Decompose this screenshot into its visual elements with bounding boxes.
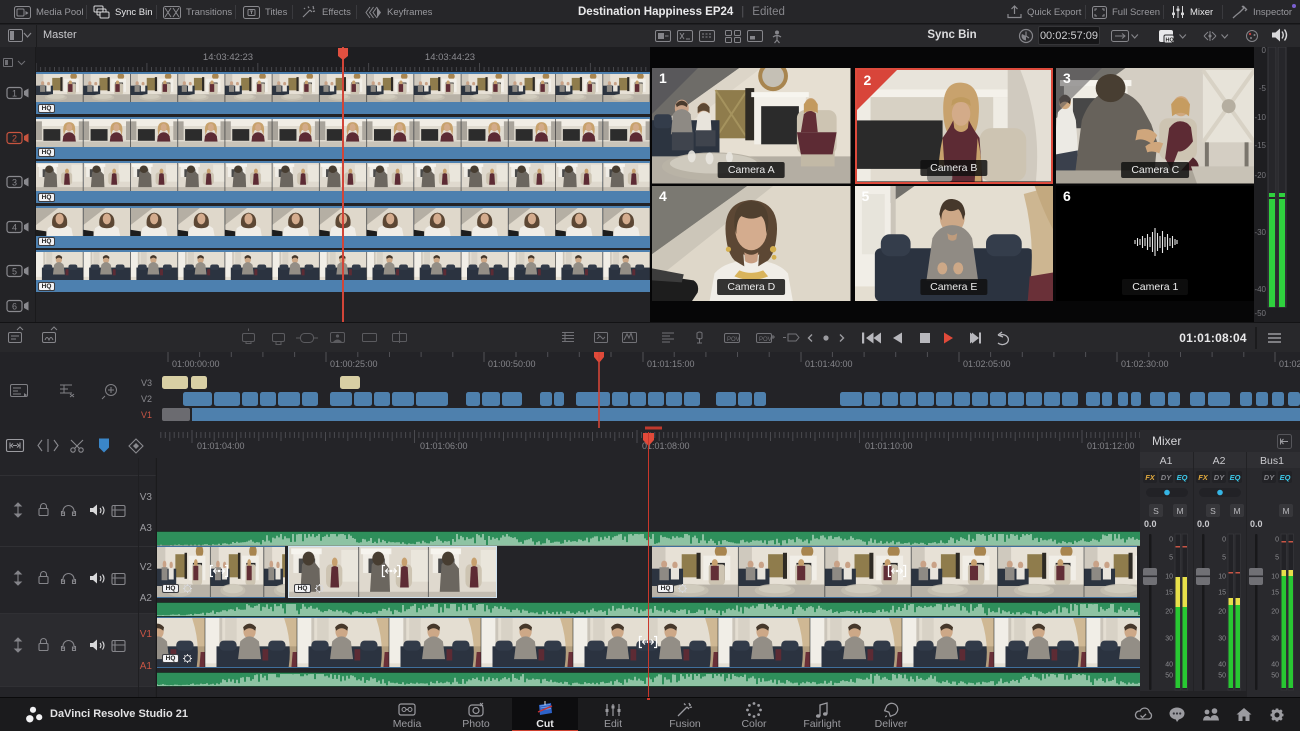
svg-text:A2: A2 xyxy=(1213,455,1226,467)
svg-text:1: 1 xyxy=(12,89,17,99)
svg-text:30: 30 xyxy=(1218,636,1226,643)
svg-text:01:00:00:00: 01:00:00:00 xyxy=(172,359,220,369)
svg-text:0.0: 0.0 xyxy=(1144,519,1157,529)
svg-text:-20: -20 xyxy=(1254,171,1266,180)
svg-text:50: 50 xyxy=(1165,673,1173,680)
svg-text:4: 4 xyxy=(12,222,17,232)
svg-text:20: 20 xyxy=(1218,609,1226,616)
svg-text:10: 10 xyxy=(1271,574,1279,581)
svg-text:50: 50 xyxy=(1271,673,1279,680)
svg-text:Bus1: Bus1 xyxy=(1260,455,1284,467)
svg-text:0.0: 0.0 xyxy=(1250,519,1263,529)
svg-text:01:02:05:00: 01:02:05:00 xyxy=(963,359,1011,369)
svg-text:14:03:42:23: 14:03:42:23 xyxy=(203,52,253,63)
svg-text:15: 15 xyxy=(1165,590,1173,597)
svg-text:EQ: EQ xyxy=(1230,473,1241,482)
svg-text:DY: DY xyxy=(1161,473,1172,482)
svg-text:A2: A2 xyxy=(140,593,153,604)
svg-text:S: S xyxy=(1153,506,1159,516)
svg-text:2: 2 xyxy=(12,133,17,143)
svg-text:01:01:04:00: 01:01:04:00 xyxy=(197,441,245,451)
svg-text:0: 0 xyxy=(1222,537,1226,544)
svg-text:DY: DY xyxy=(1214,473,1225,482)
svg-text:5: 5 xyxy=(1275,555,1279,562)
svg-text:01:01:08:04: 01:01:08:04 xyxy=(1179,331,1247,345)
svg-text:POV: POV xyxy=(727,337,740,343)
svg-text:01:00:50:00: 01:00:50:00 xyxy=(488,359,536,369)
svg-text:V1: V1 xyxy=(141,410,152,420)
svg-text:20: 20 xyxy=(1271,609,1279,616)
svg-text:01:02: 01:02 xyxy=(1279,359,1300,369)
svg-text:30: 30 xyxy=(1165,636,1173,643)
svg-text:6: 6 xyxy=(12,302,17,312)
svg-text:Mixer: Mixer xyxy=(1152,434,1181,448)
svg-text:40: 40 xyxy=(1218,662,1226,669)
svg-text:20: 20 xyxy=(1165,609,1173,616)
svg-text:DY: DY xyxy=(1264,473,1275,482)
svg-text:50: 50 xyxy=(1218,673,1226,680)
svg-text:V3: V3 xyxy=(141,378,152,388)
svg-text:0: 0 xyxy=(1169,537,1173,544)
svg-text:V2: V2 xyxy=(141,394,152,404)
svg-text:15: 15 xyxy=(1271,590,1279,597)
svg-text:EQ: EQ xyxy=(1177,473,1188,482)
svg-text:0: 0 xyxy=(1262,47,1267,55)
svg-text:M: M xyxy=(1233,506,1240,516)
svg-text:-30: -30 xyxy=(1254,228,1266,237)
svg-text:01:01:15:00: 01:01:15:00 xyxy=(647,359,695,369)
svg-text:10: 10 xyxy=(1218,574,1226,581)
svg-text:POV: POV xyxy=(759,337,772,343)
svg-text:V1: V1 xyxy=(140,629,153,640)
svg-text:14:03:44:23: 14:03:44:23 xyxy=(425,52,475,63)
svg-text:5: 5 xyxy=(1222,555,1226,562)
svg-text:-15: -15 xyxy=(1254,141,1266,150)
svg-text:FX: FX xyxy=(1198,473,1209,482)
svg-text:40: 40 xyxy=(1165,662,1173,669)
svg-text:30: 30 xyxy=(1271,636,1279,643)
svg-text:5: 5 xyxy=(12,267,17,277)
svg-text:S: S xyxy=(1210,506,1216,516)
svg-text:FX: FX xyxy=(1145,473,1156,482)
svg-text:V2: V2 xyxy=(140,562,153,573)
svg-text:EQ: EQ xyxy=(1280,473,1291,482)
svg-text:40: 40 xyxy=(1271,662,1279,669)
svg-text:3: 3 xyxy=(12,178,17,188)
svg-text:5: 5 xyxy=(1169,555,1173,562)
svg-text:A1: A1 xyxy=(140,661,153,672)
svg-text:01:00:25:00: 01:00:25:00 xyxy=(330,359,378,369)
svg-text:-40: -40 xyxy=(1254,285,1266,294)
svg-text:A3: A3 xyxy=(140,523,153,534)
svg-text:V3: V3 xyxy=(140,492,153,503)
svg-text:M: M xyxy=(1282,506,1289,516)
svg-text:01:01:10:00: 01:01:10:00 xyxy=(865,441,913,451)
svg-text:10: 10 xyxy=(1165,574,1173,581)
svg-text:-5: -5 xyxy=(1259,84,1267,93)
svg-text:01:01:12:00: 01:01:12:00 xyxy=(1087,441,1135,451)
svg-text:01:01:06:00: 01:01:06:00 xyxy=(420,441,468,451)
svg-text:15: 15 xyxy=(1218,590,1226,597)
svg-text:0.0: 0.0 xyxy=(1197,519,1210,529)
svg-text:A1: A1 xyxy=(1160,455,1173,467)
svg-text:01:02:30:00: 01:02:30:00 xyxy=(1121,359,1169,369)
svg-text:HQ: HQ xyxy=(1166,38,1175,44)
svg-text:01:01:40:00: 01:01:40:00 xyxy=(805,359,853,369)
svg-text:-10: -10 xyxy=(1254,113,1266,122)
svg-text:M: M xyxy=(1176,506,1183,516)
svg-text:-50: -50 xyxy=(1254,309,1266,318)
svg-text:0: 0 xyxy=(1275,537,1279,544)
